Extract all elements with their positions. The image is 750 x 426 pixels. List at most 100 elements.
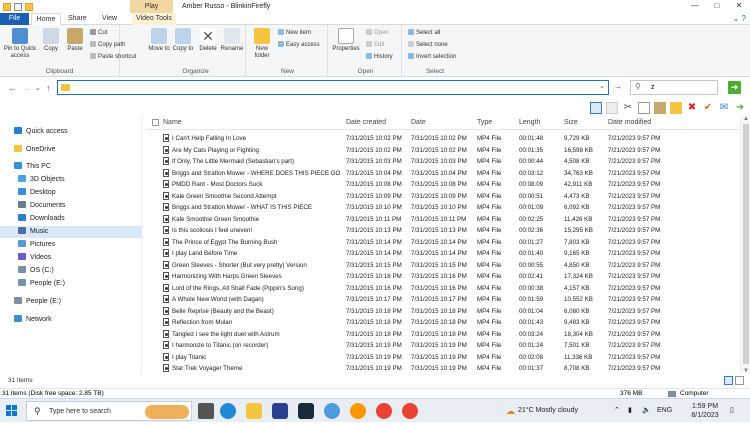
- checkmark-icon[interactable]: ✔: [702, 102, 714, 114]
- file-row[interactable]: Kale Green Smoothie Second Attempt 7/31/2…: [146, 191, 746, 203]
- nav-item-music[interactable]: Music: [0, 226, 142, 238]
- tiles-view-icon[interactable]: [735, 376, 744, 385]
- file-row[interactable]: A Whole New World (with Dagan) 7/31/2015 …: [146, 294, 746, 306]
- new-item-button[interactable]: New item: [278, 29, 311, 37]
- delete-button[interactable]: ✕ Delete: [196, 28, 220, 53]
- nav-item-os-c[interactable]: OS (C:): [0, 265, 142, 277]
- weather-icon[interactable]: ☁: [506, 399, 515, 423]
- address-input[interactable]: [73, 82, 593, 93]
- tab-home[interactable]: Home: [31, 13, 61, 25]
- file-row[interactable]: I play Land Before Time 7/31/2015 10:14 P…: [146, 248, 746, 260]
- steam-icon[interactable]: [298, 403, 314, 419]
- notification-icon[interactable]: ▯: [730, 399, 734, 423]
- file-row[interactable]: Harmonizing With Harps Green Sleeves 7/31…: [146, 271, 746, 283]
- email-icon[interactable]: ✉: [718, 102, 730, 114]
- green-arrow-icon[interactable]: ➜: [734, 102, 746, 114]
- search-input[interactable]: [651, 82, 711, 93]
- chrome-icon[interactable]: [376, 403, 392, 419]
- column-name[interactable]: Name: [163, 119, 182, 126]
- tab-file[interactable]: File: [0, 13, 29, 25]
- file-row[interactable]: Tangled I see the light duet with Astrum…: [146, 329, 746, 341]
- pin-quick-access-button[interactable]: Pin to Quick access: [2, 28, 38, 60]
- file-row[interactable]: Reflection from Mulan 7/31/2015 10:18 PM 7…: [146, 317, 746, 329]
- copy-path-button[interactable]: Copy path: [90, 41, 125, 49]
- tab-share[interactable]: Share: [68, 13, 87, 25]
- file-row[interactable]: PMDD Rant - Most Doctors Suck 7/31/2015 1…: [146, 179, 746, 191]
- details-view-icon[interactable]: [724, 376, 733, 385]
- file-row[interactable]: The Prince of Egypt The Burning Bush 7/31…: [146, 237, 746, 249]
- edit-button[interactable]: Edit: [366, 41, 384, 49]
- edge-icon[interactable]: [220, 403, 236, 419]
- nav-item-people-e-root[interactable]: People (E:): [0, 296, 142, 308]
- file-row[interactable]: Green Sleeves - Shorter (But very pretty…: [146, 260, 746, 272]
- task-view-icon[interactable]: [198, 403, 214, 419]
- properties-qat-icon[interactable]: [14, 2, 22, 11]
- column-date[interactable]: Date: [411, 119, 426, 126]
- file-row[interactable]: I harmonize to Titanic (on recorder) 7/31…: [146, 340, 746, 352]
- tab-view[interactable]: View: [102, 13, 117, 25]
- file-row[interactable]: If Only, The Little Mermaid (Sebastian's…: [146, 156, 746, 168]
- open-button[interactable]: Open: [366, 29, 389, 37]
- tab-video-tools[interactable]: Video Tools: [132, 13, 176, 25]
- nav-item-3d-objects[interactable]: 3D Objects: [0, 174, 142, 186]
- new-folder-button[interactable]: New folder: [250, 28, 274, 60]
- select-all-button[interactable]: Select all: [408, 29, 440, 37]
- up-arrow-icon[interactable]: ↑: [46, 83, 51, 93]
- copy-icon[interactable]: [638, 102, 650, 114]
- nav-item-onedrive[interactable]: OneDrive: [0, 144, 142, 156]
- photoshop-icon[interactable]: [272, 403, 288, 419]
- tray-chevron-icon[interactable]: ⌃: [614, 399, 620, 423]
- properties-button[interactable]: Properties: [332, 28, 360, 53]
- file-row[interactable]: Is this scoliosis I feel uneven! 7/31/201…: [146, 225, 746, 237]
- column-date-created[interactable]: Date created: [346, 119, 386, 126]
- scroll-up-icon[interactable]: ▲: [743, 116, 749, 122]
- layout-icon[interactable]: [606, 102, 618, 114]
- select-all-checkbox[interactable]: [152, 119, 159, 126]
- file-row[interactable]: Lord of the Rings, All Shall Fade (Pippi…: [146, 283, 746, 295]
- column-date-modified[interactable]: Date modified: [608, 119, 651, 126]
- windows-start-icon[interactable]: [6, 405, 18, 417]
- scrollbar-thumb[interactable]: [743, 124, 749, 364]
- file-row[interactable]: I Can't Help Falling In Love 7/31/2015 10…: [146, 133, 746, 145]
- volume-icon[interactable]: 🔈: [642, 399, 651, 423]
- select-none-button[interactable]: Select none: [408, 41, 448, 49]
- history-button[interactable]: History: [366, 53, 393, 61]
- copy-to-button[interactable]: Copy to: [172, 28, 194, 53]
- context-tab-play[interactable]: Play: [130, 0, 173, 13]
- cut-button[interactable]: Cut: [90, 29, 107, 37]
- browser-icon[interactable]: [324, 403, 340, 419]
- file-row[interactable]: Belle Reprise (Beauty and the Beast) 7/31…: [146, 306, 746, 318]
- vertical-scrollbar[interactable]: ▲ ▼: [740, 116, 750, 374]
- app-icon[interactable]: [350, 403, 366, 419]
- nav-item-desktop[interactable]: Desktop: [0, 187, 142, 199]
- nav-item-people-e[interactable]: People (E:): [0, 278, 142, 290]
- maximize-icon[interactable]: □: [706, 0, 728, 13]
- copy-button[interactable]: Copy: [40, 28, 62, 53]
- new-folder-qat-icon[interactable]: [25, 2, 33, 11]
- back-arrow-icon[interactable]: ←: [8, 83, 17, 93]
- move-to-button[interactable]: Move to: [148, 28, 170, 53]
- file-row[interactable]: I play Titanic 7/31/2015 10:19 PM 7/31/201…: [146, 352, 746, 364]
- weather-text[interactable]: 21°C Mostly cloudy: [518, 399, 578, 423]
- clock[interactable]: 1:59 PM 8/1/2023: [688, 402, 722, 426]
- nav-item-pictures[interactable]: Pictures: [0, 239, 142, 251]
- forward-arrow-icon[interactable]: →: [22, 83, 31, 93]
- paste-shortcut-button[interactable]: Paste shortcut: [90, 53, 136, 61]
- address-bar[interactable]: ⌄: [57, 80, 609, 95]
- column-length[interactable]: Length: [519, 119, 540, 126]
- file-explorer-icon[interactable]: [246, 403, 262, 419]
- search-box[interactable]: ⚲: [630, 80, 718, 95]
- paste-button[interactable]: Paste: [64, 28, 86, 53]
- cut-icon[interactable]: ✂: [622, 102, 634, 114]
- nav-item-network[interactable]: Network: [0, 314, 142, 326]
- recent-dropdown-icon[interactable]: ⌄: [35, 84, 41, 92]
- new-folder-icon[interactable]: [670, 102, 682, 114]
- file-row[interactable]: Kale Smoothie Green Smoothie 7/31/2015 10…: [146, 214, 746, 226]
- nav-item-videos[interactable]: Videos: [0, 252, 142, 264]
- nav-item-this-pc[interactable]: This PC: [0, 161, 142, 173]
- file-row[interactable]: Briggs and Stratton Mower - WHAT IS THIS…: [146, 202, 746, 214]
- rename-button[interactable]: Rename: [220, 28, 244, 53]
- delete-x-icon[interactable]: ✖: [686, 102, 698, 114]
- go-arrow-icon[interactable]: →: [614, 82, 622, 91]
- nav-item-downloads[interactable]: Downloads: [0, 213, 142, 225]
